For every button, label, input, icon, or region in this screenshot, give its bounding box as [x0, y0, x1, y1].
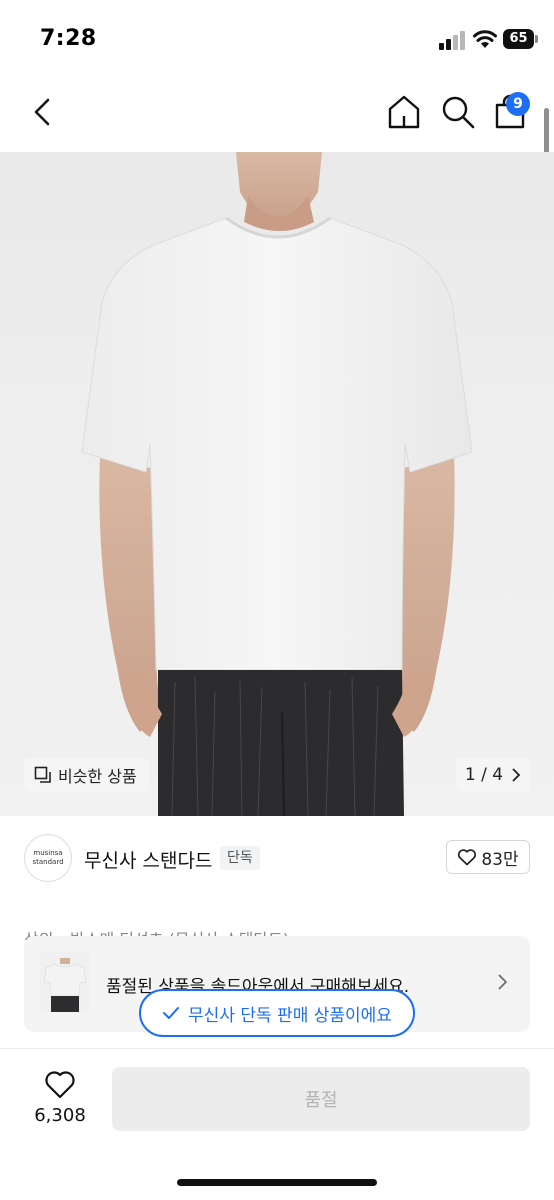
- nav-header: [0, 80, 554, 152]
- wishlist-button[interactable]: 6,308: [24, 1067, 96, 1133]
- heart-icon: [458, 849, 477, 866]
- signal-icon: [439, 31, 465, 50]
- wifi-icon: [473, 30, 497, 48]
- back-icon[interactable]: [26, 94, 62, 130]
- brand-row: musinsa standard 무신사 스탠다드 단독 83만: [0, 816, 554, 900]
- image-page-counter[interactable]: 1 / 4: [456, 758, 530, 792]
- similar-products-button[interactable]: 비슷한 상품: [24, 758, 149, 792]
- brand-like-count: 83만: [481, 849, 519, 870]
- buy-button[interactable]: 품절: [112, 1067, 530, 1131]
- wishlist-count: 6,308: [34, 1105, 86, 1126]
- chevron-right-icon: [498, 974, 508, 990]
- battery-level: 65: [509, 31, 528, 46]
- product-image[interactable]: [0, 152, 554, 816]
- brand-like-button[interactable]: 83만: [446, 840, 530, 874]
- heart-icon: [45, 1071, 75, 1099]
- chevron-right-icon: [512, 768, 521, 782]
- cart-count-badge: 9: [506, 92, 530, 116]
- similar-products-label: 비슷한 상품: [58, 767, 137, 786]
- banner-thumbnail: [40, 952, 90, 1012]
- home-indicator: [177, 1179, 377, 1186]
- status-bar: 7:28 65: [0, 0, 554, 80]
- bottom-bar: 6,308 품절: [0, 1049, 554, 1200]
- page-counter-text: 1 / 4: [464, 765, 504, 785]
- home-icon[interactable]: [384, 92, 424, 132]
- exclusive-tag: 단독: [220, 846, 260, 870]
- status-time: 7:28: [40, 26, 97, 51]
- similar-products-icon: [34, 766, 51, 783]
- exclusive-toast-text: 무신사 단독 판매 상품이에요: [188, 1005, 392, 1026]
- brand-name[interactable]: 무신사 스탠다드: [84, 846, 212, 873]
- check-icon: [163, 1007, 180, 1019]
- product-photo: [81, 152, 473, 816]
- battery-icon: 65: [503, 29, 539, 49]
- search-icon[interactable]: [438, 92, 478, 132]
- brand-logo[interactable]: musinsa standard: [24, 834, 72, 882]
- exclusive-toast: 무신사 단독 판매 상품이에요: [139, 989, 415, 1037]
